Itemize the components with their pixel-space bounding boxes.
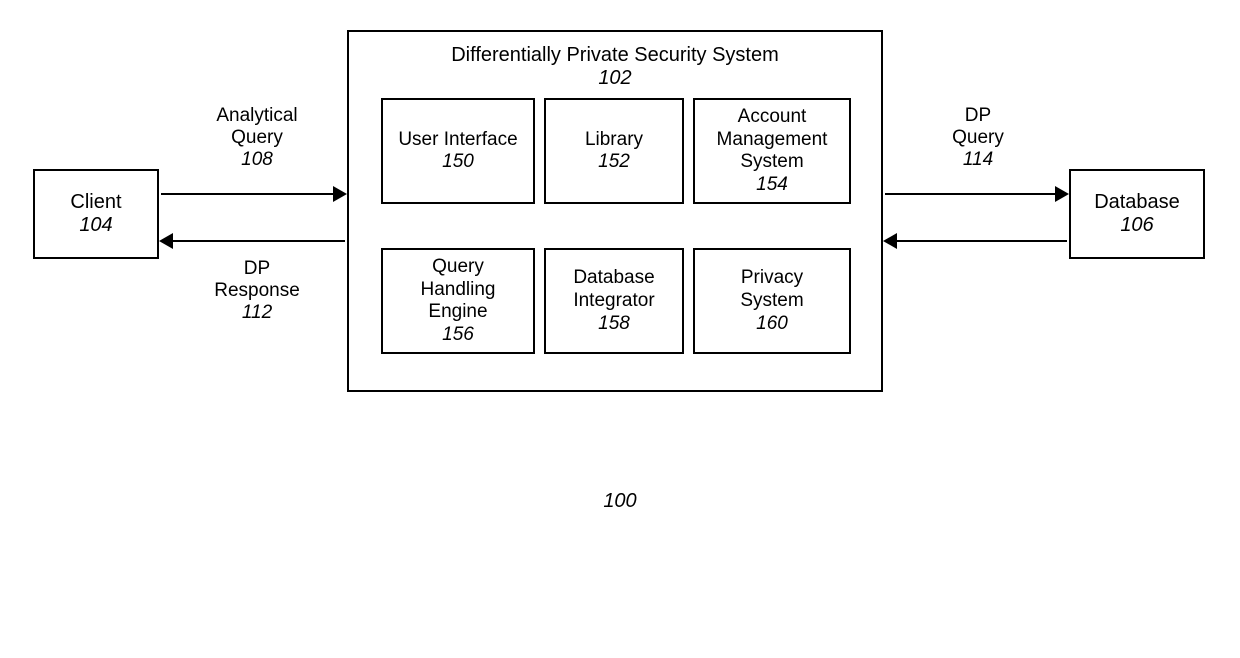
dp-response-num: 112 (197, 302, 317, 324)
analytical-query-num: 108 (197, 149, 317, 171)
module-lib-num: 152 (598, 151, 630, 173)
module-ui-title: User Interface (398, 129, 517, 152)
module-lib-title: Library (585, 129, 643, 152)
module-database-integrator: Database Integrator 158 (544, 248, 684, 354)
module-library: Library 152 (544, 98, 684, 204)
dp-response-title: DP Response (197, 258, 317, 302)
client-box: Client 104 (33, 169, 159, 259)
module-ams-num: 154 (756, 174, 788, 196)
module-ps-title: Privacy System (740, 267, 803, 313)
dp-query-num: 114 (928, 149, 1028, 171)
label-analytical-query: Analytical Query 108 (197, 105, 317, 171)
dp-query-title: DP Query (928, 105, 1028, 149)
arrow-analytical-query (161, 193, 345, 195)
database-num: 106 (1120, 214, 1153, 237)
module-account-management-system: Account Management System 154 (693, 98, 851, 204)
diagram-canvas: Client 104 Database 106 Differentially P… (0, 0, 1240, 658)
database-box: Database 106 (1069, 169, 1205, 259)
module-dbi-num: 158 (598, 313, 630, 335)
arrow-dp-response (161, 240, 345, 242)
module-qhe-title: Query Handling Engine (421, 256, 496, 324)
database-title: Database (1094, 191, 1180, 214)
dps-num: 102 (349, 67, 881, 90)
analytical-query-title: Analytical Query (197, 105, 317, 149)
arrow-db-return (885, 240, 1067, 242)
module-ams-title: Account Management System (717, 106, 828, 174)
dps-title: Differentially Private Security System (349, 44, 881, 67)
module-ui-num: 150 (442, 151, 474, 173)
module-query-handling-engine: Query Handling Engine 156 (381, 248, 535, 354)
module-user-interface: User Interface 150 (381, 98, 535, 204)
label-dp-response: DP Response 112 (197, 258, 317, 324)
module-privacy-system: Privacy System 160 (693, 248, 851, 354)
module-ps-num: 160 (756, 313, 788, 335)
diagram-number: 100 (596, 490, 644, 513)
label-dp-query: DP Query 114 (928, 105, 1028, 171)
client-num: 104 (79, 214, 112, 237)
module-dbi-title: Database Integrator (573, 267, 654, 313)
arrow-dp-query (885, 193, 1067, 195)
client-title: Client (70, 191, 121, 214)
module-qhe-num: 156 (442, 324, 474, 346)
